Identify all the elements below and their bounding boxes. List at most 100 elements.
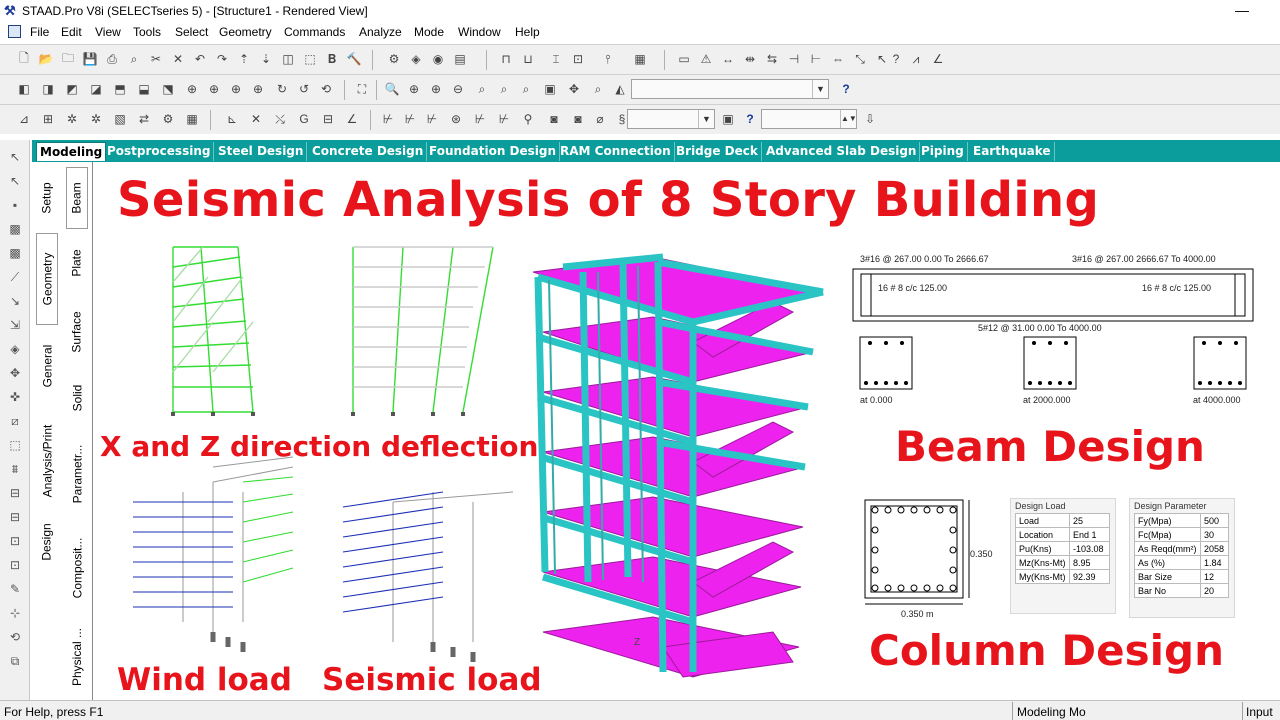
struct-h-icon[interactable]: ▦ bbox=[182, 109, 202, 129]
view-back-icon[interactable]: ◨ bbox=[38, 79, 58, 99]
pan-icon[interactable]: ✥ bbox=[564, 79, 584, 99]
dimension-icon[interactable]: ⊡ bbox=[568, 49, 588, 69]
value-input[interactable]: ▲▼ bbox=[761, 109, 857, 129]
select-group-icon[interactable]: ✜ bbox=[6, 388, 24, 406]
select-solid-icon[interactable]: ▩ bbox=[6, 244, 24, 262]
select-rotate-icon[interactable]: ⟲ bbox=[6, 628, 24, 646]
delete-icon[interactable]: ✕ bbox=[168, 49, 188, 69]
menu-file[interactable]: File bbox=[30, 25, 49, 39]
select-link-icon[interactable]: ✎ bbox=[6, 580, 24, 598]
support-icon[interactable]: ⫯ bbox=[598, 49, 618, 69]
struct-v-icon[interactable]: ◙ bbox=[544, 109, 564, 129]
struct-c-icon[interactable]: ✲ bbox=[62, 109, 82, 129]
tool-g-icon[interactable]: ⇔ bbox=[828, 49, 848, 69]
tool-e-icon[interactable]: ⊣ bbox=[784, 49, 804, 69]
menu-commands[interactable]: Commands bbox=[284, 25, 345, 39]
rotate-e-icon[interactable]: ↻ bbox=[272, 79, 292, 99]
select-region-icon[interactable]: ⧄ bbox=[6, 412, 24, 430]
rendered-view-icon[interactable]: ◭ bbox=[610, 79, 630, 99]
select-support-icon[interactable]: ✥ bbox=[6, 364, 24, 382]
menu-help[interactable]: Help bbox=[515, 25, 540, 39]
help-question-icon[interactable]: ? bbox=[886, 49, 906, 69]
menu-mode[interactable]: Mode bbox=[414, 25, 444, 39]
menu-window[interactable]: Window bbox=[458, 25, 501, 39]
minimize-button[interactable]: — bbox=[1230, 2, 1254, 18]
select-prop-icon[interactable]: ⊟ bbox=[6, 484, 24, 502]
node-cursor-icon[interactable]: ⊔ bbox=[518, 49, 538, 69]
struct-w-icon[interactable]: ◙ bbox=[568, 109, 588, 129]
zoom-all-icon[interactable]: ⌕ bbox=[516, 79, 536, 99]
tool-j-icon[interactable]: ∠ bbox=[928, 49, 948, 69]
tool-h-icon[interactable]: ⤡ bbox=[850, 49, 870, 69]
help-icon[interactable]: ? bbox=[836, 79, 856, 99]
view-selector-dropdown[interactable]: ▼ bbox=[631, 79, 829, 99]
struct-m-icon[interactable]: ⊟ bbox=[318, 109, 338, 129]
save-icon[interactable]: 💾 bbox=[80, 49, 100, 69]
zoom-minus-icon[interactable]: ⊖ bbox=[448, 79, 468, 99]
cut-icon[interactable]: ✂ bbox=[146, 49, 166, 69]
view-iso-icon[interactable]: ⬔ bbox=[158, 79, 178, 99]
bold-icon[interactable]: 𝐁 bbox=[322, 49, 342, 69]
select-mirror-icon[interactable]: ⊹ bbox=[6, 604, 24, 622]
subtab-general[interactable]: General bbox=[36, 329, 58, 403]
select-all-icon[interactable]: ⬚ bbox=[6, 436, 24, 454]
move-up-icon[interactable]: ⇡ bbox=[234, 49, 254, 69]
tool-d-icon[interactable]: ⇆ bbox=[762, 49, 782, 69]
tab-piping[interactable]: Piping bbox=[918, 142, 968, 161]
zoom-dynamic-icon[interactable]: ⌕ bbox=[472, 79, 492, 99]
new-file-icon[interactable]: 🗋 bbox=[14, 49, 34, 69]
subtab-composite[interactable]: Composit... bbox=[66, 523, 88, 613]
structure-viewport[interactable]: Z 3#16 @ 267.00 0.00 To 2666.67 3#16 @ 2… bbox=[92, 162, 1280, 700]
load-case-dropdown[interactable]: ▼ bbox=[627, 109, 715, 129]
rotate-a-icon[interactable]: ⊕ bbox=[182, 79, 202, 99]
menu-edit[interactable]: Edit bbox=[61, 25, 82, 39]
zoom-region-icon[interactable]: ⬚ bbox=[300, 49, 320, 69]
menu-analyze[interactable]: Analyze bbox=[359, 25, 402, 39]
help-box-icon[interactable]: ? bbox=[740, 109, 760, 129]
view-bottom-icon[interactable]: ⬓ bbox=[134, 79, 154, 99]
struct-i-icon[interactable]: ⊾ bbox=[222, 109, 242, 129]
tab-postprocessing[interactable]: Postprocessing bbox=[104, 142, 215, 161]
hammer-icon[interactable]: 🔨 bbox=[344, 49, 364, 69]
open-folder-icon[interactable]: 🗀 bbox=[58, 49, 78, 69]
struct-down-icon[interactable]: ⇩ bbox=[860, 109, 880, 129]
tab-bridge-deck[interactable]: Bridge Deck bbox=[673, 142, 762, 161]
run-analysis-icon[interactable]: ⚙ bbox=[384, 49, 404, 69]
subtab-analysis-print[interactable]: Analysis/Print bbox=[36, 409, 58, 513]
select-geo-icon[interactable]: ↘ bbox=[6, 292, 24, 310]
select-parallel-icon[interactable]: ⩩ bbox=[6, 460, 24, 478]
open-file-icon[interactable]: 📂 bbox=[36, 49, 56, 69]
zoom-window-icon[interactable]: ⊕ bbox=[404, 79, 424, 99]
subtab-surface[interactable]: Surface bbox=[66, 297, 88, 367]
rotate-c-icon[interactable]: ⊕ bbox=[226, 79, 246, 99]
select-spec-icon[interactable]: ⊟ bbox=[6, 508, 24, 526]
struct-p-icon[interactable]: ⊬ bbox=[400, 109, 420, 129]
zoom-in-icon[interactable]: 🔍 bbox=[382, 79, 402, 99]
struct-a-icon[interactable]: ⊿ bbox=[14, 109, 34, 129]
struct-j-icon[interactable]: ✕ bbox=[246, 109, 266, 129]
subtab-parametric[interactable]: Parametr... bbox=[66, 429, 88, 519]
struct-o-icon[interactable]: ⊬ bbox=[378, 109, 398, 129]
tool-f-icon[interactable]: ⊢ bbox=[806, 49, 826, 69]
menu-select[interactable]: Select bbox=[175, 25, 208, 39]
select-member-icon[interactable]: ◈ bbox=[6, 340, 24, 358]
select-copy-icon[interactable]: ⧉ bbox=[6, 652, 24, 670]
struct-s-icon[interactable]: ⊬ bbox=[470, 109, 490, 129]
subtab-solid[interactable]: Solid bbox=[66, 371, 88, 425]
subtab-physical[interactable]: Physical ... bbox=[66, 617, 88, 697]
view-front-icon[interactable]: ◧ bbox=[14, 79, 34, 99]
subtab-design[interactable]: Design bbox=[36, 509, 58, 575]
beam-cursor-icon[interactable]: ⊓ bbox=[496, 49, 516, 69]
page-layout-icon[interactable]: ▭ bbox=[674, 49, 694, 69]
fit-window-icon[interactable]: ⛶ bbox=[352, 79, 372, 99]
struct-x-icon[interactable]: ⌀ bbox=[590, 109, 610, 129]
select-load-icon[interactable]: ⇲ bbox=[6, 316, 24, 334]
tab-advanced-slab-design[interactable]: Advanced Slab Design bbox=[763, 142, 921, 161]
report-icon[interactable]: ▤ bbox=[450, 49, 470, 69]
tool-i-icon[interactable]: ⩘ bbox=[906, 49, 926, 69]
rotate-d-icon[interactable]: ⊕ bbox=[248, 79, 268, 99]
select-tag-icon[interactable]: ⊡ bbox=[6, 556, 24, 574]
tool-c-icon[interactable]: ⇹ bbox=[740, 49, 760, 69]
select-cursor-icon[interactable]: ↖ bbox=[6, 148, 24, 166]
text-tool-icon[interactable]: ⌶ bbox=[546, 49, 566, 69]
